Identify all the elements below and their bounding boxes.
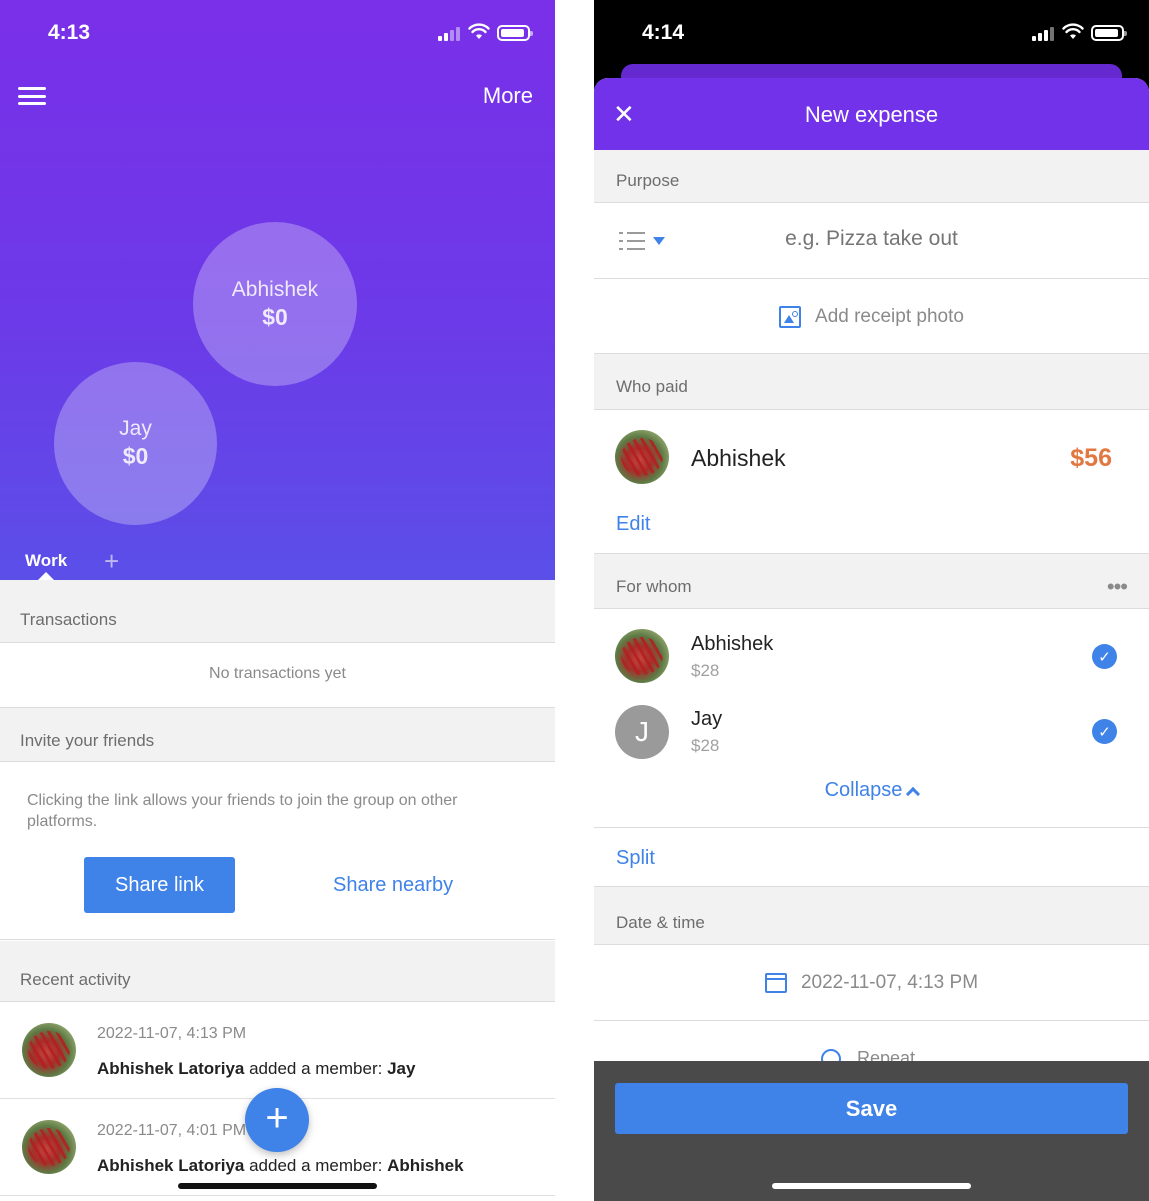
member-balance: $0 bbox=[122, 443, 149, 469]
add-receipt-button[interactable]: Add receipt photo bbox=[594, 279, 1149, 354]
invite-heading: Invite your friends bbox=[0, 707, 555, 762]
battery-icon bbox=[1091, 25, 1127, 41]
section-title: Invite your friends bbox=[20, 731, 155, 750]
image-icon bbox=[779, 305, 802, 328]
status-time: 4:13 bbox=[48, 21, 91, 44]
sheet-title: New expense bbox=[804, 102, 939, 127]
chevron-down-icon[interactable] bbox=[653, 237, 665, 245]
activity-text: Abhishek Latoriya added a member: Jay bbox=[97, 1059, 415, 1079]
payer-name: Abhishek bbox=[691, 445, 786, 471]
member-bubble-abhishek[interactable]: Abhishek $0 bbox=[193, 222, 357, 386]
section-title: Transactions bbox=[20, 610, 117, 629]
collapse-label: Collapse bbox=[824, 779, 903, 801]
member-name: Abhishek bbox=[231, 277, 319, 301]
section-title: Recent activity bbox=[20, 970, 131, 989]
active-tab-indicator bbox=[38, 572, 54, 580]
edit-payer-button[interactable]: Edit bbox=[616, 513, 650, 536]
split-row: Split bbox=[594, 828, 1149, 887]
share-nearby-button[interactable]: Share nearby bbox=[333, 874, 453, 897]
status-bar: 4:13 bbox=[0, 0, 555, 66]
payer-row: Abhishek $56 Edit bbox=[594, 410, 1149, 554]
sheet-header: ✕ New expense bbox=[594, 78, 1149, 150]
section-title: Who paid bbox=[616, 377, 688, 396]
for-whom-heading: For whom ••• bbox=[594, 554, 1149, 609]
battery-icon bbox=[497, 25, 533, 41]
avatar: J bbox=[615, 705, 669, 759]
split-button[interactable]: Split bbox=[616, 847, 655, 870]
purpose-heading: Purpose bbox=[594, 150, 1149, 203]
for-whom-list: Abhishek $28 ✓ J Jay $28 ✓ Collapse bbox=[594, 609, 1149, 828]
calendar-icon bbox=[764, 972, 787, 993]
transactions-heading: Transactions bbox=[0, 580, 555, 643]
section-title: Purpose bbox=[616, 171, 680, 190]
check-icon[interactable]: ✓ bbox=[1092, 644, 1117, 669]
member-bubble-jay[interactable]: Jay $0 bbox=[54, 362, 217, 525]
activity-action: added a member: bbox=[244, 1156, 388, 1175]
date-value: 2022-11-07, 4:13 PM bbox=[800, 971, 979, 993]
wifi-icon bbox=[1062, 23, 1084, 39]
save-button[interactable]: Save bbox=[615, 1083, 1128, 1134]
more-button[interactable]: More bbox=[483, 83, 533, 109]
avatar bbox=[615, 629, 669, 683]
group-screen: 4:13 More Abhishek $0 Jay $0 Work + Tran… bbox=[0, 0, 555, 1201]
receipt-label: Add receipt photo bbox=[815, 305, 964, 327]
payer-amount[interactable]: $56 bbox=[1070, 444, 1112, 473]
purpose-row bbox=[594, 203, 1149, 279]
who-paid-heading: Who paid bbox=[594, 354, 1149, 410]
category-list-icon[interactable] bbox=[619, 232, 645, 250]
activity-actor: Abhishek Latoriya bbox=[97, 1156, 245, 1175]
empty-transactions-text: No transactions yet bbox=[209, 665, 346, 682]
check-icon[interactable]: ✓ bbox=[1092, 719, 1117, 744]
date-time-heading: Date & time bbox=[594, 887, 1149, 945]
wifi-icon bbox=[468, 23, 490, 39]
receipt-row[interactable]: Add receipt photo bbox=[594, 279, 1149, 354]
add-group-button[interactable]: + bbox=[104, 546, 119, 577]
status-time: 4:14 bbox=[642, 21, 685, 44]
recent-activity-heading: Recent activity bbox=[0, 941, 555, 1002]
home-indicator bbox=[772, 1183, 971, 1189]
group-header-hero: 4:13 More Abhishek $0 Jay $0 Work + bbox=[0, 0, 555, 580]
avatar bbox=[615, 430, 669, 484]
activity-time: 2022-11-07, 4:13 PM bbox=[97, 1025, 247, 1042]
section-title: For whom bbox=[616, 577, 692, 596]
date-row[interactable]: 2022-11-07, 4:13 PM bbox=[594, 945, 1149, 1021]
activity-text: Abhishek Latoriya added a member: Abhish… bbox=[97, 1156, 464, 1176]
activity-item[interactable]: 2022-11-07, 4:13 PM Abhishek Latoriya ad… bbox=[0, 1002, 555, 1099]
activity-action: added a member: bbox=[244, 1059, 388, 1078]
date-picker[interactable]: 2022-11-07, 4:13 PM bbox=[594, 945, 1149, 1020]
avatar bbox=[22, 1120, 76, 1174]
expense-sheet: ✕ New expense Purpose Add receipt photo … bbox=[594, 78, 1149, 1201]
transactions-list: No transactions yet bbox=[0, 643, 555, 707]
invite-description: Clicking the link allows your friends to… bbox=[27, 792, 458, 830]
purpose-input[interactable] bbox=[694, 227, 1049, 251]
footer-bar: Save bbox=[594, 1061, 1149, 1201]
status-bar: 4:14 bbox=[594, 0, 1149, 60]
activity-target: Jay bbox=[387, 1059, 416, 1078]
menu-icon[interactable] bbox=[18, 87, 46, 105]
new-expense-screen: 4:14 ✕ New expense Purpose e.g. Pizza ta… bbox=[594, 0, 1149, 1201]
collapse-button[interactable]: Collapse bbox=[594, 779, 1149, 802]
avatar bbox=[22, 1023, 76, 1077]
participant-share: $28 bbox=[691, 736, 720, 755]
cellular-signal-icon bbox=[1032, 27, 1054, 41]
participant-name: Abhishek bbox=[691, 633, 774, 655]
participant-share: $28 bbox=[691, 661, 720, 680]
member-balance: $0 bbox=[262, 303, 288, 330]
add-expense-fab[interactable]: + bbox=[245, 1088, 309, 1152]
home-indicator bbox=[178, 1183, 377, 1189]
share-link-button[interactable]: Share link bbox=[84, 857, 235, 913]
activity-actor: Abhishek Latoriya bbox=[97, 1059, 245, 1078]
chevron-up-icon bbox=[906, 786, 921, 802]
tab-work[interactable]: Work bbox=[25, 551, 67, 571]
cellular-signal-icon bbox=[438, 27, 460, 41]
participant-name: Jay bbox=[691, 708, 723, 730]
invite-panel bbox=[0, 762, 555, 940]
section-title: Date & time bbox=[616, 913, 705, 932]
activity-target: Abhishek bbox=[387, 1156, 464, 1175]
activity-time: 2022-11-07, 4:01 PM bbox=[97, 1122, 247, 1139]
member-name: Jay bbox=[119, 417, 152, 440]
